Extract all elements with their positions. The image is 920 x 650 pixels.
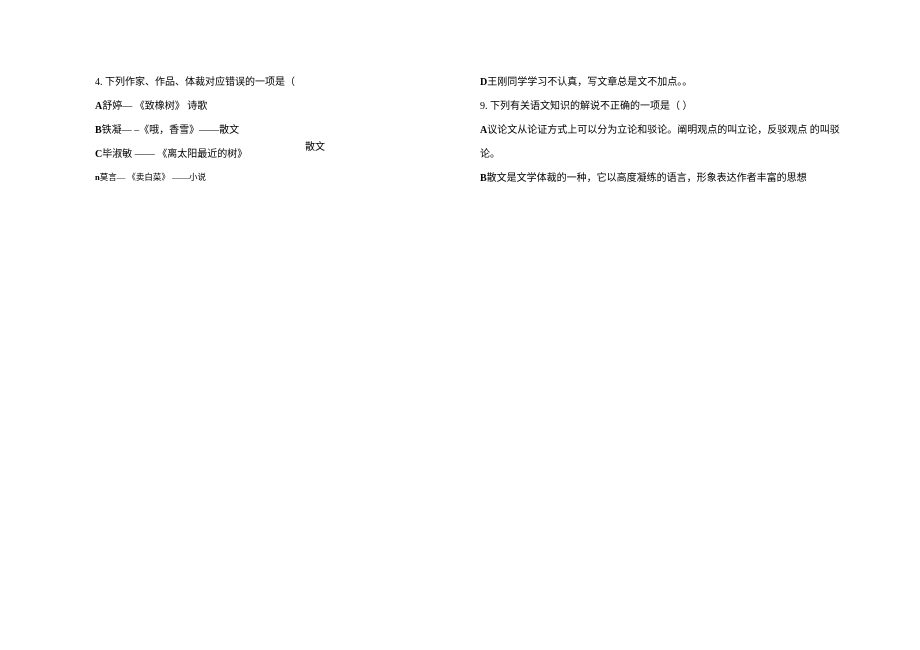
option-b: B铁凝— –《哦，香雪》——散文 — [95, 123, 420, 138]
option-genre-float: 散文 — [305, 140, 325, 155]
option-a-line2: 论。 — [480, 147, 840, 162]
option-text-cont: 论。 — [480, 149, 500, 160]
option-a-line1: A议论文从论证方式上可以分为立论和驳论。阐明观点的叫立论，反驳观点 的叫驳 — [480, 123, 840, 138]
option-author: 铁凝— — [102, 125, 132, 136]
option-work: 《离太阳最近的树》 — [157, 149, 247, 160]
option-c: C毕淑敏 —— 《离太阳最近的树》 散文 — [95, 147, 420, 162]
option-label: B — [480, 173, 487, 184]
option-work: 《卖白菜》 ——小说 — [127, 172, 206, 182]
option-work: 《哦，香雪》——散文 — [139, 125, 239, 136]
left-column: 4. 下列作家、作品、体裁对应错误的一项是（ A舒婷— 《致橡树》 诗歌 B铁凝… — [0, 75, 420, 195]
option-d: n莫言— 《卖白菜》 ——小说 — [95, 171, 420, 184]
document-page: 4. 下列作家、作品、体裁对应错误的一项是（ A舒婷— 《致橡树》 诗歌 B铁凝… — [0, 0, 920, 195]
option-text: 王刚同学学习不认真，写文章总是文不加点。。 — [487, 77, 692, 88]
option-work: 《致橡树》 — [135, 101, 185, 112]
question-9-stem: 9. 下列有关语文知识的解说不正确的一项是（ ） — [480, 99, 840, 114]
option-text: 议论文从论证方式上可以分为立论和驳论。阐明观点的叫立论，反驳观点 的叫驳 — [487, 125, 840, 136]
prev-option-d: D王刚同学学习不认真，写文章总是文不加点。。 — [480, 75, 840, 90]
question-text: 下列有关语文知识的解说不正确的一项是（ — [490, 101, 680, 112]
option-label: B — [95, 125, 102, 136]
question-4-stem: 4. 下列作家、作品、体裁对应错误的一项是（ — [95, 75, 420, 90]
question-text: 下列作家、作品、体裁对应错误的一项是（ — [105, 77, 295, 88]
option-text: 散文是文学体裁的一种，它以高度凝练的语言，形象表达作者丰富的思想 — [487, 173, 807, 184]
option-author: 舒婷— — [102, 101, 132, 112]
question-number: 4. — [95, 77, 103, 88]
option-author: 莫言— — [100, 172, 126, 182]
option-genre: 诗歌 — [185, 101, 208, 112]
option-a: A舒婷— 《致橡树》 诗歌 — [95, 99, 420, 114]
option-b: B散文是文学体裁的一种，它以高度凝练的语言，形象表达作者丰富的思想 — [480, 171, 840, 186]
right-column: D王刚同学学习不认真，写文章总是文不加点。。 9. 下列有关语文知识的解说不正确… — [420, 75, 880, 195]
option-author: 毕淑敏 — [102, 149, 132, 160]
question-number: 9. — [480, 101, 488, 112]
